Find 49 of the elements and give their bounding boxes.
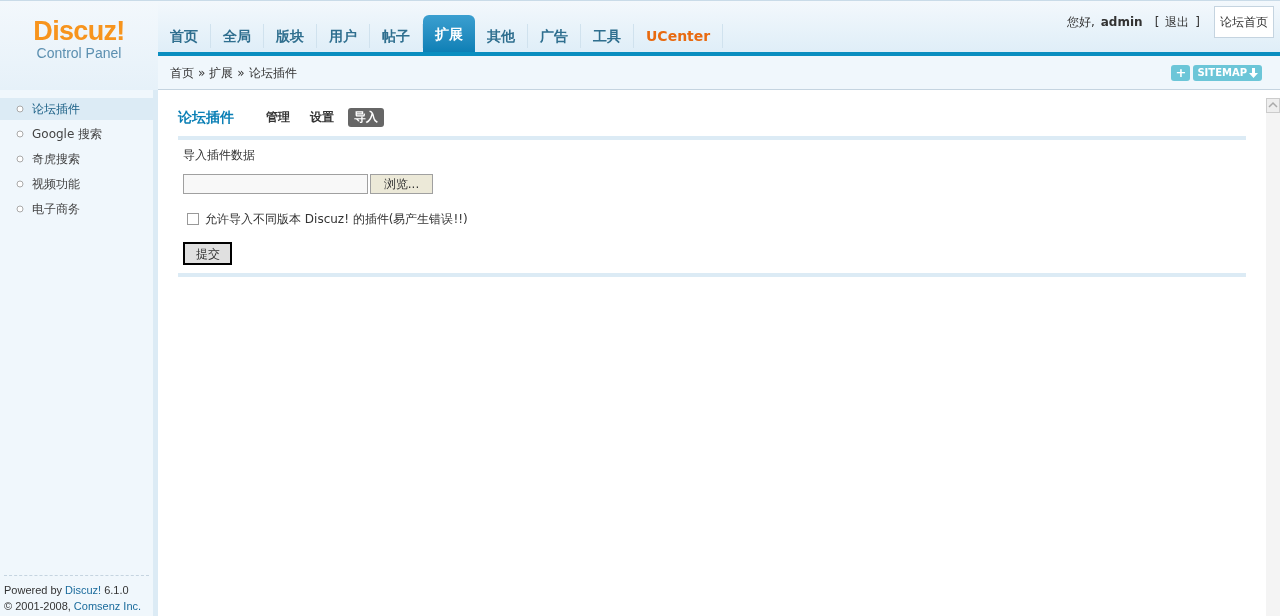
powered-by-text: Powered by (4, 583, 63, 598)
nav-tab[interactable]: 工具 (581, 24, 634, 48)
bracket-text: ] (1195, 14, 1200, 31)
scrollbar[interactable] (1266, 98, 1280, 616)
discuz-link[interactable]: Discuz! (65, 582, 102, 598)
bullet-icon (16, 155, 24, 163)
breadcrumb-link[interactable]: 首页 (170, 63, 194, 82)
nav-tab[interactable]: 广告 (528, 24, 581, 48)
forum-home-button[interactable]: 论坛首页 (1214, 6, 1274, 38)
content-tab[interactable]: 管理 (260, 107, 296, 127)
page-title: 论坛插件 (178, 107, 234, 127)
copyright-text: © 2001-2008, (4, 599, 71, 614)
bullet-icon (16, 180, 24, 188)
nav-tab[interactable]: 版块 (264, 24, 317, 48)
nav-tab[interactable]: 用户 (317, 24, 370, 48)
checkbox-label: 允许导入不同版本 Discuz! 的插件(易产生错误!!) (205, 211, 468, 228)
scroll-up-icon[interactable] (1266, 98, 1280, 113)
greeting-text: 您好, (1066, 14, 1095, 31)
submit-button[interactable]: 提交 (183, 242, 232, 265)
content-tab[interactable]: 设置 (304, 107, 340, 127)
logout-link[interactable]: 退出 (1165, 13, 1190, 31)
nav-tab[interactable]: 全局 (211, 24, 264, 48)
sidebar-item[interactable]: 论坛插件 (0, 98, 153, 120)
nav-tab[interactable]: 扩展 (423, 15, 475, 53)
username: admin (1100, 14, 1143, 31)
sidebar-item[interactable]: 奇虎搜索 (0, 148, 153, 170)
logo-brand: Discuz! (33, 17, 125, 45)
checkbox[interactable] (187, 213, 199, 225)
sidebar-item[interactable]: Google 搜索 (0, 123, 153, 145)
nav-tab[interactable]: 首页 (158, 24, 211, 48)
content-tab[interactable]: 导入 (348, 107, 384, 127)
breadcrumb-separator: » (198, 64, 206, 82)
breadcrumb-separator: » (237, 64, 245, 82)
company-link[interactable]: Comsenz Inc. (73, 598, 142, 614)
version-text: 6.1.0 (104, 583, 129, 598)
sidebar-item[interactable]: 电子商务 (0, 198, 153, 220)
breadcrumb-link[interactable]: 论坛插件 (248, 63, 297, 82)
logo-subtitle: Control Panel (36, 45, 122, 61)
bullet-icon (16, 205, 24, 213)
sidebar-item[interactable]: 视频功能 (0, 173, 153, 195)
bullet-icon (16, 105, 24, 113)
nav-tab[interactable]: 其他 (475, 24, 528, 48)
bullet-icon (16, 130, 24, 138)
section-label: 导入插件数据 (183, 147, 256, 164)
bracket-text: [ (1154, 14, 1160, 31)
browse-button[interactable]: 浏览... (370, 174, 433, 194)
down-arrow-icon (1249, 67, 1258, 78)
file-input-field[interactable] (183, 174, 368, 194)
breadcrumb-link[interactable]: 扩展 (209, 63, 234, 82)
